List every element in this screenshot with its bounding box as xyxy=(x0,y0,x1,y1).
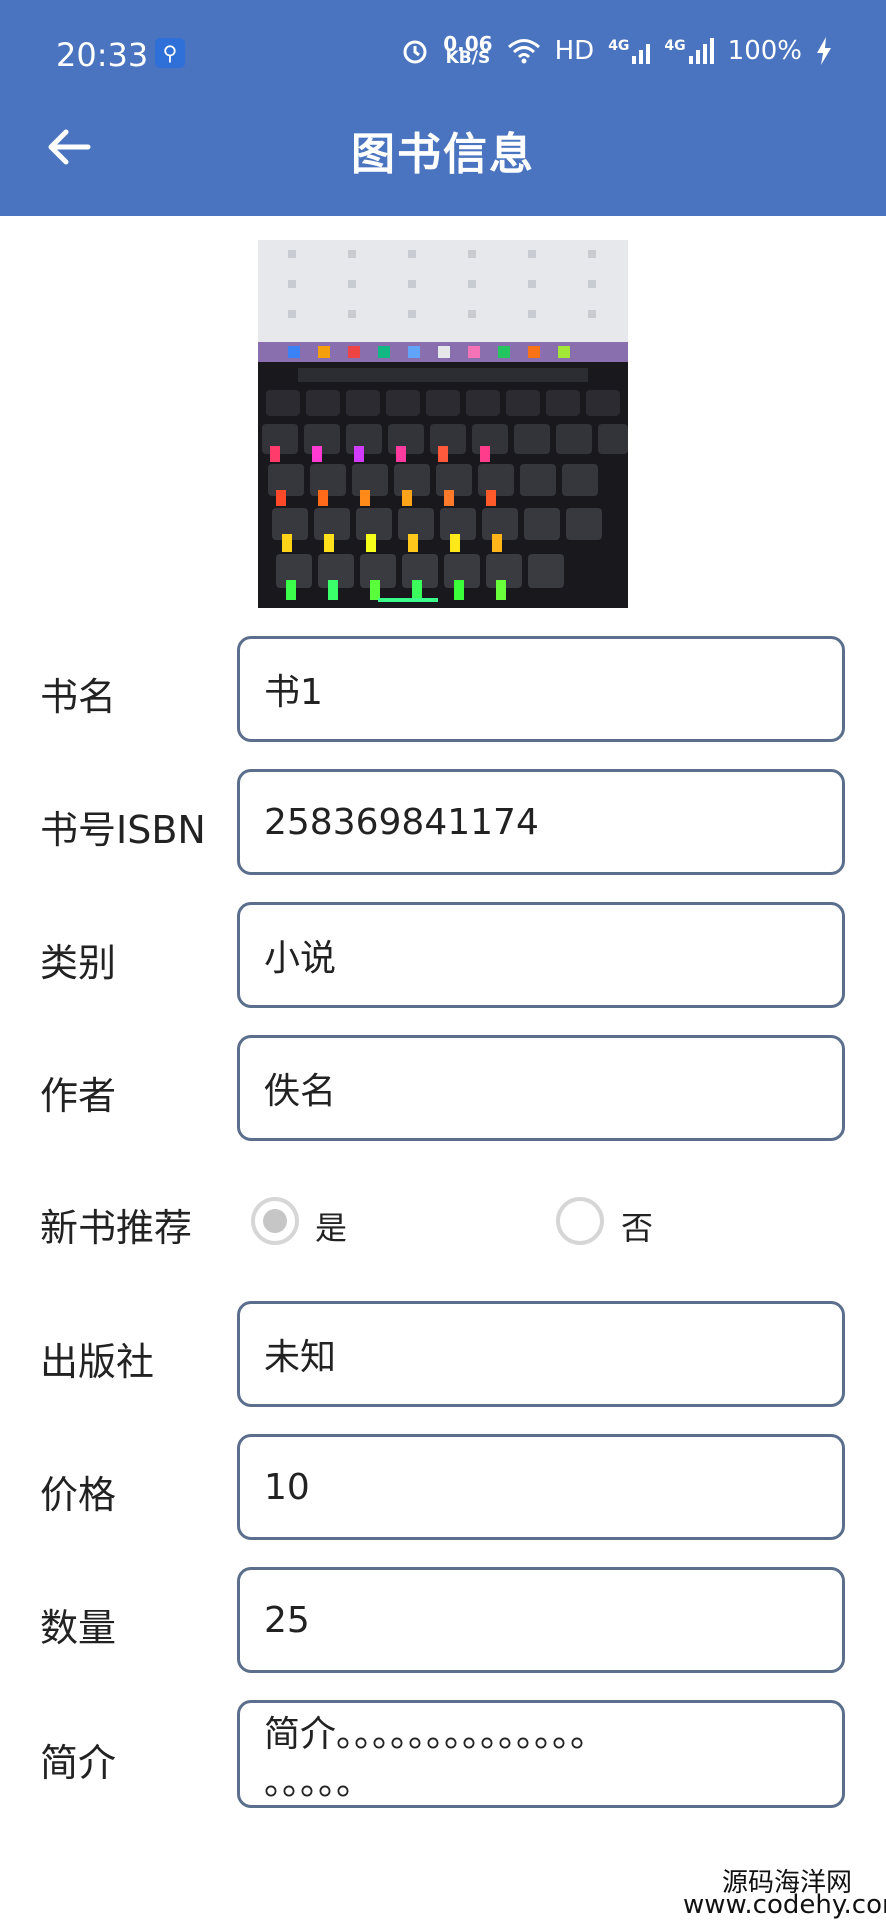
author-value: 佚名 xyxy=(264,1071,337,1112)
quantity-value: 25 xyxy=(264,1599,310,1641)
recommend-no-radio[interactable] xyxy=(556,1197,604,1245)
price-input[interactable]: 10 xyxy=(237,1434,845,1540)
recommend-no-label[interactable]: 否 xyxy=(621,1203,653,1249)
net-speed: 0.06 KB/S xyxy=(443,34,492,68)
price-value: 10 xyxy=(264,1466,310,1508)
quantity-label: 数量 xyxy=(40,1606,117,1650)
intro-label: 简介 xyxy=(40,1741,117,1785)
network-type-1: 4G xyxy=(608,38,630,54)
publisher-input[interactable]: 未知 xyxy=(237,1301,845,1407)
recommend-yes-label[interactable]: 是 xyxy=(315,1203,347,1249)
book-name-value: 书1 xyxy=(264,672,323,713)
isbn-label: 书号ISBN xyxy=(40,808,206,852)
publisher-value: 未知 xyxy=(264,1337,337,1378)
page-title: 图书信息 xyxy=(351,129,535,180)
hd-badge: HD xyxy=(554,36,595,66)
intro-textarea[interactable]: 简介。。。。。。。。。。。。。。 。。。。。 xyxy=(237,1700,845,1808)
watermark-line2: www.codehy.com xyxy=(683,1890,886,1920)
author-label: 作者 xyxy=(40,1074,117,1118)
status-time: 20:33 xyxy=(56,36,149,74)
battery-level: 100% xyxy=(727,36,802,66)
signal-1-icon: 4G xyxy=(608,38,651,64)
category-value: 小说 xyxy=(264,938,337,979)
network-type-2: 4G xyxy=(664,38,686,54)
book-name-label: 书名 xyxy=(40,675,117,719)
author-input[interactable]: 佚名 xyxy=(237,1035,845,1141)
recommend-label: 新书推荐 xyxy=(40,1206,193,1250)
alarm-icon xyxy=(403,40,427,64)
publisher-label: 出版社 xyxy=(40,1340,155,1384)
usb-icon: ⚲ xyxy=(155,38,185,68)
isbn-input[interactable]: 258369841174 xyxy=(237,769,845,875)
isbn-value: 258369841174 xyxy=(264,801,539,843)
intro-value-line1: 简介。。。。。。。。。。。。。。 xyxy=(264,1714,607,1755)
price-label: 价格 xyxy=(40,1473,117,1517)
status-bar: 20:33 ⚲ 0.06 KB/S HD 4G 4G 100% xyxy=(0,0,886,110)
status-indicators: 0.06 KB/S HD 4G 4G 100% xyxy=(401,34,832,68)
intro-value-line2: 。。。。。 xyxy=(264,1762,373,1803)
keyboard-photo xyxy=(258,240,628,608)
recommend-yes-radio[interactable] xyxy=(251,1197,299,1245)
quantity-input[interactable]: 25 xyxy=(237,1567,845,1673)
signal-2-icon: 4G xyxy=(664,38,714,64)
book-cover-image[interactable] xyxy=(258,240,628,608)
book-name-input[interactable]: 书1 xyxy=(237,636,845,742)
net-speed-unit: KB/S xyxy=(445,48,491,68)
category-input[interactable]: 小说 xyxy=(237,902,845,1008)
wifi-icon xyxy=(507,39,540,64)
charging-icon xyxy=(817,37,831,65)
category-label: 类别 xyxy=(40,941,117,985)
